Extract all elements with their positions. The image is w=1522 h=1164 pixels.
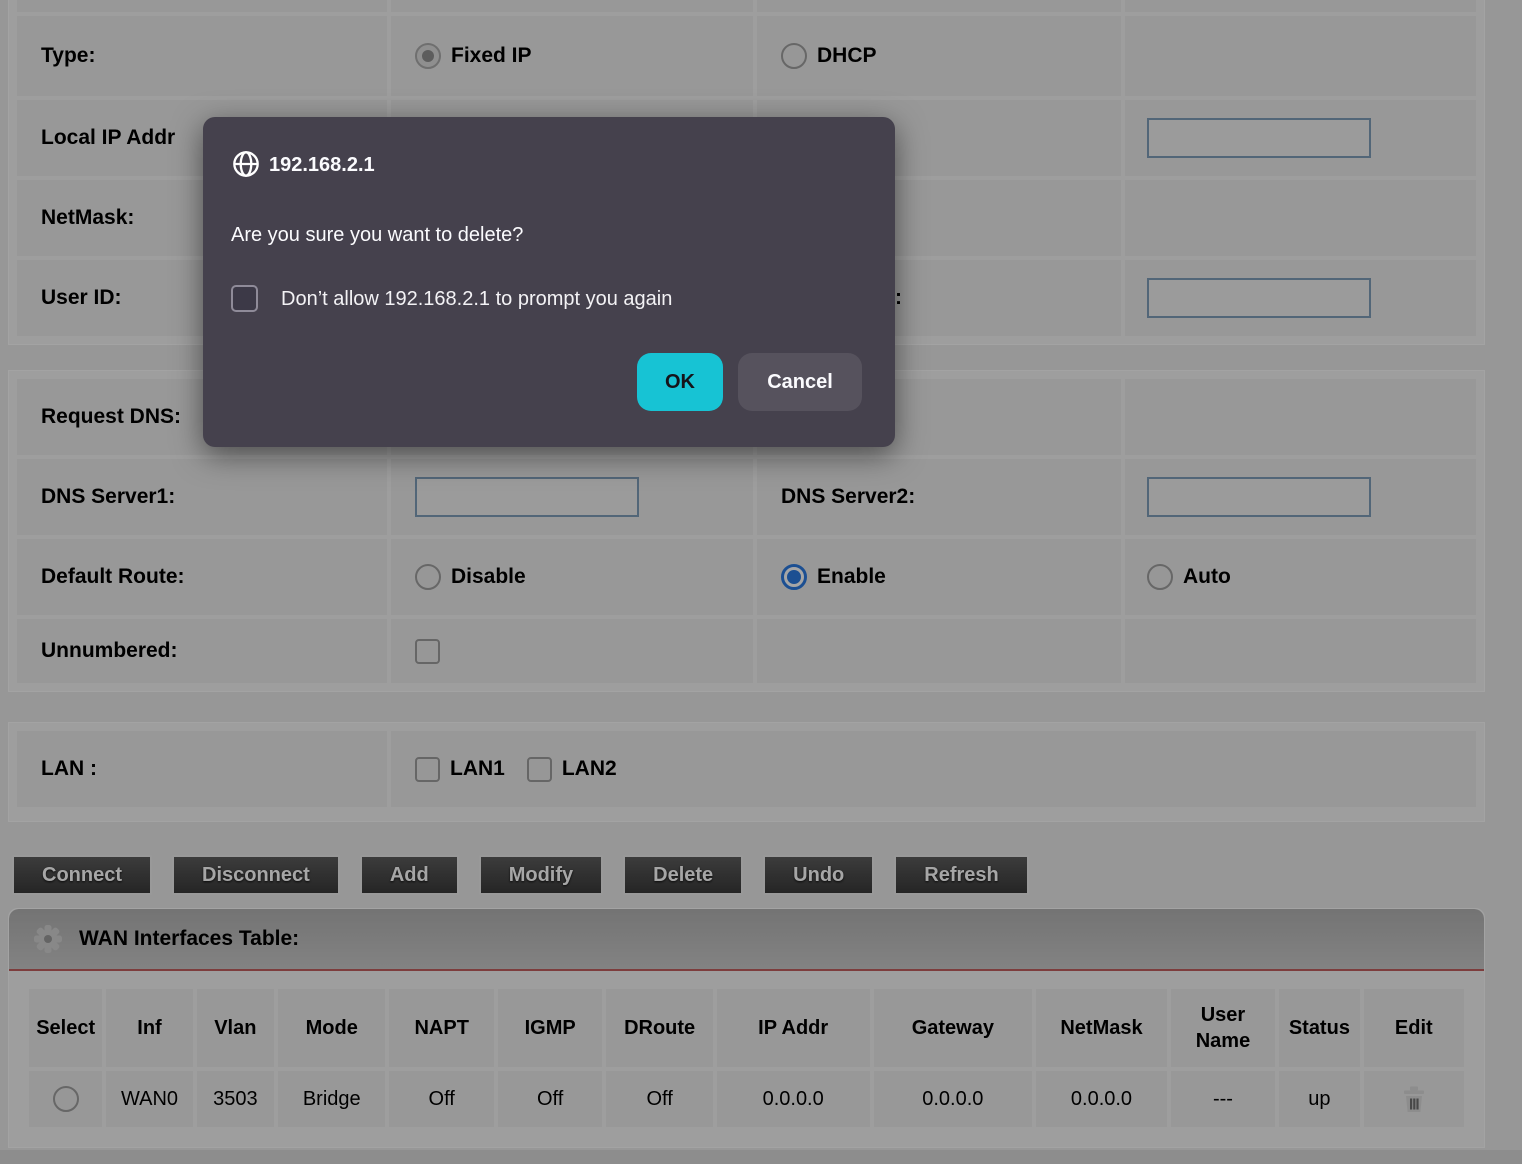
dialog-message: Are you sure you want to delete?	[231, 224, 523, 247]
dialog-cancel-button[interactable]: Cancel	[738, 353, 862, 411]
dialog-ok-button[interactable]: OK	[637, 353, 723, 411]
dialog-host-title: 192.168.2.1	[269, 154, 375, 177]
router-config-page: Type: Fixed IP DHCP Local IP Addr NetMas…	[0, 0, 1522, 1164]
globe-icon	[232, 150, 260, 178]
dialog-dont-prompt-checkbox[interactable]	[231, 285, 258, 312]
browser-confirm-dialog: 192.168.2.1 Are you sure you want to del…	[203, 117, 895, 447]
dialog-checkbox-label: Don’t allow 192.168.2.1 to prompt you ag…	[281, 288, 672, 311]
